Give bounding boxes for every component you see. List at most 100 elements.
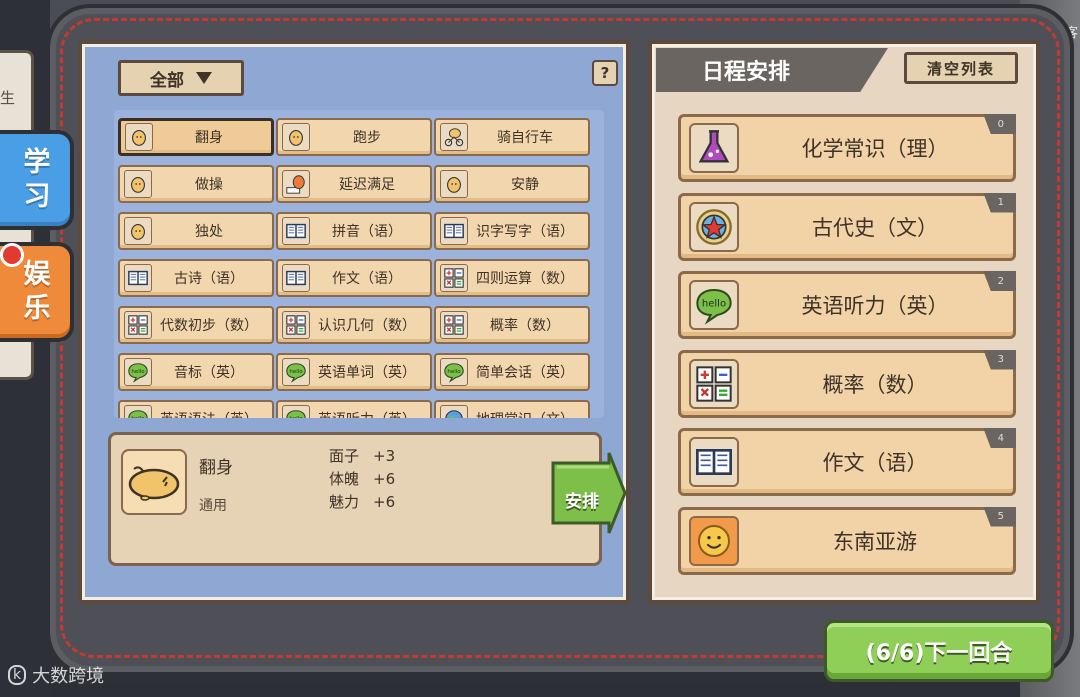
activity-item[interactable]: 认识几何（数）	[276, 306, 432, 344]
activity-item-label: 骑自行车	[497, 130, 553, 146]
activity-item[interactable]: 拼音（语）	[276, 212, 432, 250]
activity-item-label: 安静	[511, 177, 539, 193]
activity-item[interactable]: 翻身	[118, 118, 274, 156]
activity-item[interactable]: hello 音标（英）	[118, 353, 274, 391]
activity-grid-scroll[interactable]: 翻身 跑步 骑自行车做操 延迟满足 安静独处 拼音（语） 识字写字（语） 古诗（语） 作文（语）…	[114, 110, 604, 418]
activity-item-label: 拼音（语）	[332, 224, 402, 240]
stat-label: 面子	[329, 447, 360, 465]
activity-item-label: 跑步	[353, 130, 381, 146]
hello-bubble-icon: hello	[124, 358, 152, 386]
schedule-item[interactable]: 概率（数） 3	[678, 349, 1016, 418]
activity-item[interactable]: 四则运算（数）	[434, 259, 590, 297]
math-icon	[282, 311, 310, 339]
background-left-text: 生	[0, 89, 16, 107]
math-icon	[440, 311, 468, 339]
hello-bubble-icon: hello	[282, 358, 310, 386]
tab-study-label: 学习	[23, 147, 51, 212]
clear-list-button[interactable]: 清空列表	[904, 52, 1018, 84]
svg-text:hello: hello	[131, 416, 145, 418]
bicycle-icon	[440, 123, 468, 151]
activity-item[interactable]: hello 英语语法（英）	[118, 400, 274, 418]
math-icon	[689, 358, 739, 409]
filter-dropdown[interactable]: 全部	[118, 60, 244, 96]
stat-row: 魅力 +6	[329, 491, 395, 514]
activity-item[interactable]: 延迟满足	[276, 165, 432, 203]
hello-bubble-icon: hello	[124, 405, 152, 418]
stat-row: 体魄 +6	[329, 468, 395, 491]
activity-item[interactable]: 代数初步（数）	[118, 306, 274, 344]
activity-item[interactable]: 地理常识（文）	[434, 400, 590, 418]
globe-icon	[440, 405, 468, 418]
activity-item-label: 音标（英）	[174, 365, 244, 381]
book-icon	[282, 217, 310, 245]
activity-item-label: 英语听力（英）	[310, 409, 430, 418]
svg-text:hello: hello	[289, 369, 303, 375]
activity-item-label: 翻身	[195, 130, 223, 146]
quiet-icon	[440, 170, 468, 198]
schedule-item-label: 东南亚游	[833, 529, 917, 554]
exercise-icon	[124, 170, 152, 198]
schedule-item[interactable]: 化学常识（理） 0	[678, 114, 1016, 182]
smiley-icon	[689, 515, 739, 566]
schedule-item[interactable]: 古代史（文） 1	[678, 192, 1016, 261]
potato-lying-icon	[125, 123, 153, 151]
svg-text:hello: hello	[289, 416, 303, 418]
activity-item[interactable]: 骑自行车	[434, 118, 590, 156]
detail-stats: 面子 +3 体魄 +6 魅力 +6	[329, 445, 395, 514]
arrange-label: 安排	[565, 492, 599, 512]
activity-item-label: 认识几何（数）	[318, 318, 416, 334]
svg-text:hello: hello	[447, 369, 461, 375]
svg-text:hello: hello	[131, 369, 145, 375]
stat-label: 体魄	[329, 470, 360, 488]
activity-item-label: 做操	[195, 177, 223, 193]
detail-type: 通用	[199, 498, 227, 514]
activity-item[interactable]: 古诗（语）	[118, 259, 274, 297]
activity-grid: 翻身 跑步 骑自行车做操 延迟满足 安静独处 拼音（语） 识字写字（语） 古诗（语） 作文（语）…	[118, 118, 592, 418]
book-icon	[282, 264, 310, 292]
schedule-item[interactable]: 东南亚游 5	[678, 506, 1016, 575]
activity-item-label: 英语单词（英）	[318, 365, 416, 381]
activity-item-label: 古诗（语）	[174, 271, 244, 287]
stat-value: +3	[373, 447, 396, 465]
potato-lying-icon	[121, 449, 187, 515]
hello-bubble-icon: hello	[282, 405, 310, 418]
activity-item[interactable]: 独处	[118, 212, 274, 250]
schedule-item[interactable]: 作文（语） 4	[678, 428, 1016, 496]
activity-panel: 全部 ? 翻身 跑步 骑自行车做操 延迟满足 安静独处 拼音（语） 识字写字（语） 古诗（语）…	[78, 40, 630, 604]
schedule-item[interactable]: hello 英语听力（英） 2	[678, 271, 1016, 339]
arrange-button[interactable]: 安排	[551, 452, 627, 534]
activity-detail: 翻身 通用 面子 +3 体魄 +6 魅力 +6 安排	[108, 432, 627, 566]
math-icon	[440, 264, 468, 292]
book-icon	[440, 217, 468, 245]
activity-item[interactable]: hello 英语单词（英）	[276, 353, 432, 391]
activity-item[interactable]: 识字写字（语）	[434, 212, 590, 250]
svg-text:hello: hello	[702, 299, 726, 310]
activity-item-label: 简单会话（英）	[476, 365, 574, 381]
activity-item-label: 代数初步（数）	[160, 318, 258, 334]
activity-item-label: 地理常识（文）	[468, 409, 588, 418]
activity-item-label: 独处	[195, 224, 223, 240]
schedule-item-label: 英语听力（英）	[801, 294, 949, 318]
next-round-button[interactable]: (6/6)下一回合	[824, 620, 1054, 682]
activity-item[interactable]: 概率（数）	[434, 306, 590, 344]
notification-dot	[0, 243, 24, 267]
alone-icon	[124, 217, 152, 245]
activity-item[interactable]: 安静	[434, 165, 590, 203]
detail-name: 翻身	[199, 458, 233, 478]
activity-item[interactable]: hello 英语听力（英）	[276, 400, 432, 418]
activity-item[interactable]: 作文（语）	[276, 259, 432, 297]
activity-item[interactable]: hello 简单会话（英）	[434, 353, 590, 391]
activity-item[interactable]: 做操	[118, 165, 274, 203]
tab-study[interactable]: 学习	[0, 130, 74, 230]
book-icon	[124, 264, 152, 292]
stat-row: 面子 +3	[329, 445, 395, 468]
activity-item-label: 延迟满足	[339, 177, 395, 193]
schedule-item-label: 概率（数）	[822, 372, 928, 397]
activity-item-label: 概率（数）	[490, 318, 560, 334]
watermark-text: 大数跨境	[32, 666, 105, 687]
help-button[interactable]: ?	[592, 60, 618, 86]
activity-item-label: 识字写字（语）	[476, 224, 574, 240]
filter-label: 全部	[150, 70, 184, 91]
activity-item-label: 作文（语）	[332, 271, 402, 287]
activity-item[interactable]: 跑步	[276, 118, 432, 156]
